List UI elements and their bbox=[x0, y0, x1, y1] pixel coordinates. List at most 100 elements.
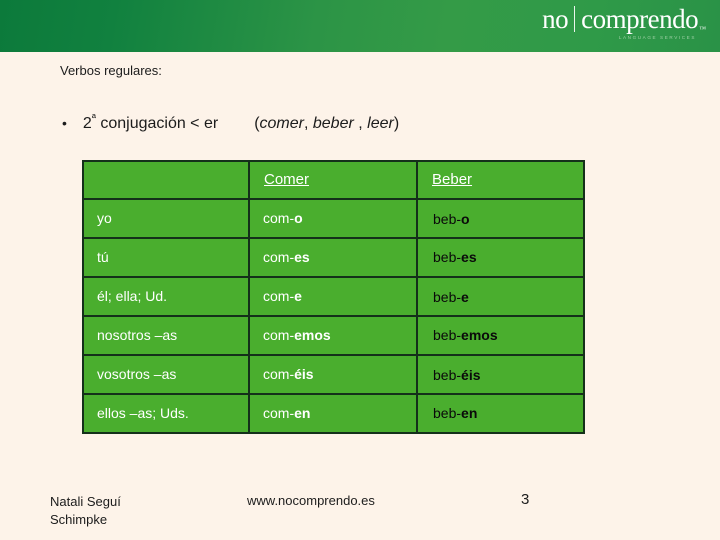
logo-wordmark: no comprendo ™ bbox=[542, 6, 706, 33]
cell-pronoun: nosotros –as bbox=[82, 315, 250, 356]
beber-ending: es bbox=[461, 248, 477, 265]
comer-form: com-emos bbox=[250, 326, 416, 343]
beber-form: beb-en bbox=[418, 404, 583, 421]
comer-stem: com- bbox=[263, 404, 295, 421]
bullet-content: 2ª conjugación < er bbox=[82, 113, 219, 133]
footer-author-line-two: Schimpke bbox=[50, 511, 108, 527]
logo-word-no: no bbox=[542, 4, 569, 34]
comer-form: com-o bbox=[250, 209, 416, 226]
pronoun-label: vosotros –as bbox=[97, 365, 177, 382]
cell-beber-form: beb-es bbox=[416, 237, 585, 278]
comer-ending: en bbox=[294, 404, 311, 421]
logo-tagline: LANGUAGE SERVICES bbox=[618, 35, 696, 40]
pronoun-label: tú bbox=[97, 248, 109, 265]
cell-beber-form: beb-e bbox=[416, 276, 585, 317]
comer-stem: com- bbox=[263, 365, 295, 382]
cell-beber-form: beb-emos bbox=[416, 315, 585, 356]
beber-stem: beb- bbox=[433, 211, 462, 228]
table-row: él; ella; Ud. com-e beb-e bbox=[82, 276, 585, 317]
beber-ending: o bbox=[461, 211, 470, 228]
comer-ending: emos bbox=[294, 326, 331, 343]
beber-ending: emos bbox=[461, 326, 498, 343]
bullet-line: • 2ª conjugación < er (comer, beber , le… bbox=[62, 113, 399, 133]
example-verb-beber: beber bbox=[312, 115, 354, 132]
table-header-cell-beber: Beber bbox=[416, 160, 585, 200]
cell-comer-form: com-e bbox=[248, 276, 418, 317]
table-header-label-beber: Beber bbox=[432, 170, 473, 188]
logo-divider-bar bbox=[574, 6, 576, 32]
comer-form: com-en bbox=[250, 404, 416, 421]
conjugation-table: Comer Beber yo com-o beb-o tú com-es beb… bbox=[82, 160, 585, 434]
beber-stem: beb- bbox=[433, 404, 462, 421]
footer-website: www.nocomprendo.es bbox=[247, 493, 375, 508]
table-header-cell-comer: Comer bbox=[248, 160, 418, 200]
table-header-cell-pronoun bbox=[82, 160, 250, 200]
table-row: ellos –as; Uds. com-en beb-en bbox=[82, 393, 585, 434]
cell-pronoun: ellos –as; Uds. bbox=[82, 393, 250, 434]
cell-comer-form: com-en bbox=[248, 393, 418, 434]
comer-stem: com- bbox=[263, 209, 295, 226]
cell-pronoun: vosotros –as bbox=[82, 354, 250, 395]
example-verb-leer: leer bbox=[367, 115, 394, 132]
comer-form: com-éis bbox=[250, 365, 416, 382]
header-band: no comprendo ™ LANGUAGE SERVICES bbox=[0, 0, 720, 52]
examples-close-paren: ) bbox=[393, 115, 400, 132]
table-row: vosotros –as com-éis beb-éis bbox=[82, 354, 585, 395]
comer-form: com-e bbox=[250, 287, 416, 304]
table-row: nosotros –as com-emos beb-emos bbox=[82, 315, 585, 356]
cell-comer-form: com-éis bbox=[248, 354, 418, 395]
cell-comer-form: com-emos bbox=[248, 315, 418, 356]
beber-form: beb-es bbox=[418, 248, 583, 265]
table-row: yo com-o beb-o bbox=[82, 198, 585, 239]
pronoun-label: él; ella; Ud. bbox=[97, 287, 168, 304]
pronoun-label: ellos –as; Uds. bbox=[97, 404, 189, 421]
beber-stem: beb- bbox=[433, 248, 462, 265]
logo-word-comprendo: comprendo bbox=[581, 4, 699, 34]
cell-comer-form: com-es bbox=[248, 237, 418, 278]
beber-ending: en bbox=[461, 404, 478, 421]
comer-ending: o bbox=[294, 209, 303, 226]
beber-form: beb-o bbox=[418, 209, 583, 227]
footer-author: Natali Seguí Schimpke bbox=[50, 493, 200, 528]
table-header-row: Comer Beber bbox=[82, 160, 585, 200]
footer-page-number: 3 bbox=[521, 491, 530, 508]
trademark-icon: ™ bbox=[699, 25, 706, 33]
beber-ending: éis bbox=[461, 367, 481, 384]
beber-form: beb-éis bbox=[418, 365, 583, 383]
cell-beber-form: beb-en bbox=[416, 393, 585, 434]
beber-ending: e bbox=[461, 289, 469, 306]
bullet-text: conjugación < er bbox=[95, 115, 219, 132]
bullet-dot-icon: • bbox=[62, 115, 67, 131]
conjugation-table-body: Comer Beber yo com-o beb-o tú com-es beb… bbox=[82, 160, 585, 434]
comer-ending: es bbox=[294, 248, 310, 265]
bullet-examples: (comer, beber , leer) bbox=[254, 115, 399, 133]
example-separator-two: , bbox=[353, 115, 368, 132]
comer-stem: com- bbox=[263, 248, 295, 265]
beber-stem: beb- bbox=[433, 326, 462, 343]
beber-stem: beb- bbox=[433, 289, 462, 306]
comer-form: com-es bbox=[250, 248, 416, 265]
table-row: tú com-es beb-es bbox=[82, 237, 585, 278]
beber-stem: beb- bbox=[433, 367, 462, 384]
cell-pronoun: tú bbox=[82, 237, 250, 278]
comer-ending: éis bbox=[294, 365, 314, 382]
pronoun-label: yo bbox=[97, 209, 112, 226]
pronoun-label: nosotros –as bbox=[97, 326, 178, 343]
cell-pronoun: él; ella; Ud. bbox=[82, 276, 250, 317]
beber-form: beb-emos bbox=[418, 326, 583, 343]
cell-comer-form: com-o bbox=[248, 198, 418, 239]
cell-beber-form: beb-o bbox=[416, 198, 585, 239]
example-verb-comer: comer bbox=[259, 115, 304, 132]
footer-author-line-one: Natali Seguí bbox=[50, 494, 121, 509]
bullet-number: 2 bbox=[82, 115, 92, 132]
table-header-label-comer: Comer bbox=[264, 170, 310, 188]
comer-ending: e bbox=[294, 287, 302, 304]
comer-stem: com- bbox=[263, 326, 295, 343]
cell-beber-form: beb-éis bbox=[416, 354, 585, 395]
comer-stem: com- bbox=[263, 287, 295, 304]
brand-logo: no comprendo ™ LANGUAGE SERVICES bbox=[542, 6, 706, 41]
beber-form: beb-e bbox=[418, 287, 583, 305]
slide-subtitle: Verbos regulares: bbox=[60, 63, 162, 78]
cell-pronoun: yo bbox=[82, 198, 250, 239]
example-separator-one: , bbox=[303, 115, 313, 132]
